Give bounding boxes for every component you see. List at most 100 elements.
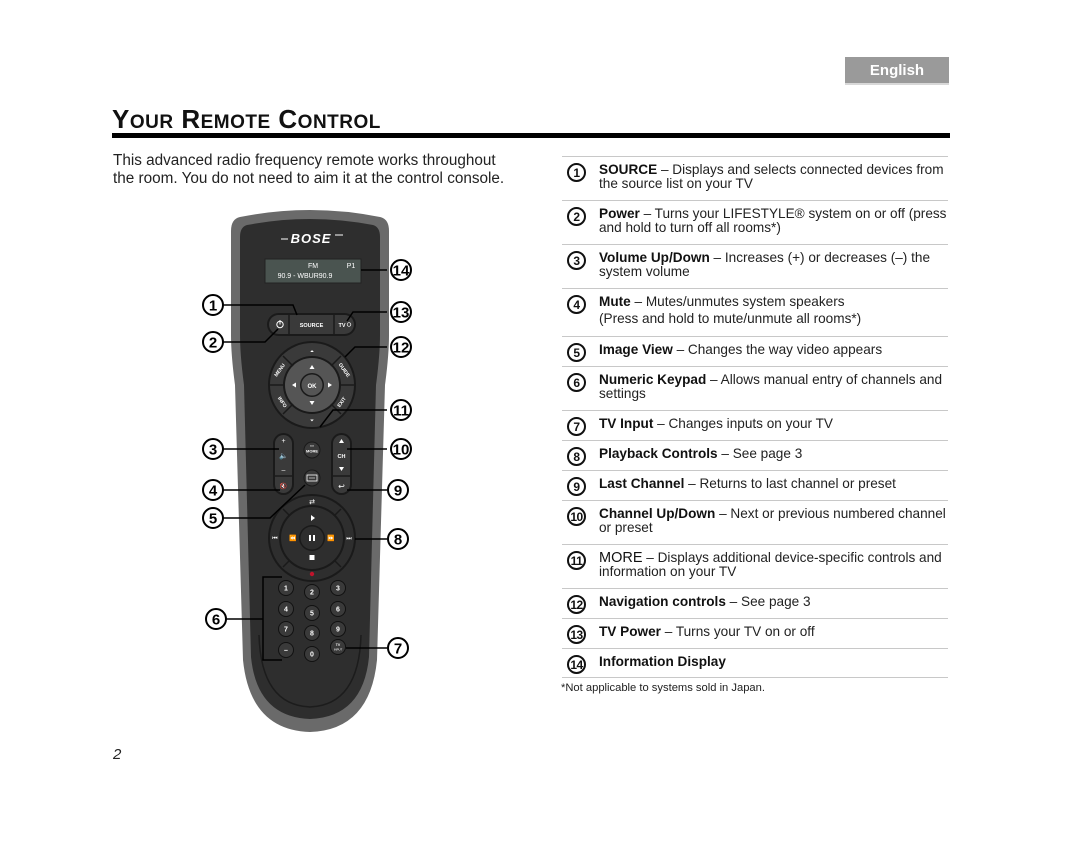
callout-11: 11 <box>390 399 412 421</box>
feature-term: Power <box>599 206 640 221</box>
svg-text:–: – <box>284 648 288 655</box>
feature-desc-text: – Mutes/unmutes system speakers <box>630 294 845 309</box>
callout-number-badge: 7 <box>567 417 586 436</box>
svg-text:11: 11 <box>393 403 409 420</box>
keypad-key[interactable]: 5 <box>304 605 320 621</box>
svg-text:⏶: ⏶ <box>310 349 314 355</box>
svg-text:5: 5 <box>310 611 314 618</box>
feature-item: 3 Volume Up/Down – Increases (+) or decre… <box>562 244 948 288</box>
feature-item: 5 Image View – Changes the way video appe… <box>562 336 948 366</box>
navigation-controls[interactable]: OK ⏶ ⏷ MENU GUIDE INFO EXIT <box>268 341 356 429</box>
feature-description: SOURCE – Displays and selects connected … <box>599 163 948 191</box>
svg-text:8: 8 <box>394 532 402 549</box>
callout-2: 2 <box>202 331 224 353</box>
feature-desc-text: – See page 3 <box>717 446 803 461</box>
record-indicator <box>309 571 315 577</box>
callout-number-badge: 12 <box>567 595 586 614</box>
keypad-key[interactable]: 8 <box>304 625 320 641</box>
callout-12: 12 <box>390 336 412 358</box>
image-view-button[interactable] <box>303 469 321 487</box>
tv-power-button[interactable]: TV <box>338 323 345 329</box>
feature-description: Information Display <box>599 655 726 669</box>
feature-description: Volume Up/Down – Increases (+) or decrea… <box>599 251 948 279</box>
source-button[interactable]: SOURCE <box>300 323 324 329</box>
svg-text:2: 2 <box>209 335 217 352</box>
svg-text:90.9 - WBUR90.9: 90.9 - WBUR90.9 <box>278 273 333 280</box>
feature-desc-text: – See page 3 <box>725 594 811 609</box>
callout-4: 4 <box>202 479 224 501</box>
svg-text:1: 1 <box>284 586 288 593</box>
svg-text:⏭: ⏭ <box>346 535 352 542</box>
svg-text:3: 3 <box>336 586 340 593</box>
feature-desc-text: – Turns your TV on or off <box>660 624 815 639</box>
remote-body <box>240 219 380 719</box>
language-tab[interactable]: English <box>845 57 949 85</box>
svg-text:14: 14 <box>393 263 410 280</box>
keypad-key[interactable]: 1 <box>278 580 294 596</box>
feature-description: Navigation controls – See page 3 <box>599 595 811 609</box>
keypad-key[interactable]: 6 <box>330 601 346 617</box>
tv-input-button[interactable]: TV INPUT <box>330 639 346 655</box>
svg-text:0: 0 <box>310 652 314 659</box>
svg-text:⏮: ⏮ <box>272 535 278 542</box>
callout-number-badge: 4 <box>567 295 586 314</box>
feature-desc-text: – Turns your LIFESTYLE® system on or off… <box>599 206 947 235</box>
callout-number-badge: 13 <box>567 625 586 644</box>
keypad-key[interactable]: 2 <box>304 584 320 600</box>
feature-description: TV Power – Turns your TV on or off <box>599 625 815 639</box>
keypad-key[interactable]: 4 <box>278 601 294 617</box>
feature-description: Last Channel – Returns to last channel o… <box>599 477 896 491</box>
svg-text:⏩: ⏩ <box>327 534 335 542</box>
footnote: *Not applicable to systems sold in Japan… <box>561 682 765 694</box>
feature-description: Channel Up/Down – Next or previous numbe… <box>599 507 948 535</box>
svg-text:12: 12 <box>393 340 410 357</box>
feature-item: 7 TV Input – Changes inputs on your TV <box>562 410 948 440</box>
intro-paragraph: This advanced radio frequency remote wor… <box>113 152 505 187</box>
svg-text:OK: OK <box>308 384 318 390</box>
svg-text:⏪: ⏪ <box>289 534 297 542</box>
mute-button: 🔇 <box>280 482 288 490</box>
keypad-key[interactable]: 9 <box>330 621 346 637</box>
feature-item: 4 Mute – Mutes/unmutes system speakers (Pr… <box>562 288 948 336</box>
svg-text:3: 3 <box>209 442 217 459</box>
title-word: REMOTE <box>181 104 271 134</box>
callout-8: 8 <box>387 528 409 550</box>
svg-text:INPUT: INPUT <box>334 648 343 652</box>
svg-text:🔈: 🔈 <box>279 452 288 460</box>
keypad-key[interactable]: 7 <box>278 621 294 637</box>
feature-term: Playback Controls <box>599 446 718 461</box>
channel-rocker[interactable]: CH ↩ <box>331 433 352 495</box>
svg-text:5: 5 <box>209 511 217 528</box>
callout-number-badge: 3 <box>567 251 586 270</box>
svg-text:6: 6 <box>212 612 220 629</box>
feature-description: Numeric Keypad – Allows manual entry of … <box>599 373 948 401</box>
feature-item: 8 Playback Controls – See page 3 <box>562 440 948 470</box>
keypad-key[interactable]: 3 <box>330 580 346 596</box>
feature-item: 11 MORE – Displays additional device-spec… <box>562 544 948 588</box>
feature-term: Information Display <box>599 654 726 669</box>
volume-rocker[interactable]: + 🔈 – 🔇 <box>273 433 294 495</box>
svg-text:MORE: MORE <box>306 449 318 454</box>
feature-desc-text: (Press and hold to mute/unmute all rooms… <box>599 311 862 326</box>
feature-description: TV Input – Changes inputs on your TV <box>599 417 833 431</box>
keypad-key[interactable]: 0 <box>304 646 320 662</box>
feature-term: Channel Up/Down <box>599 506 716 521</box>
svg-text:–: – <box>282 467 286 474</box>
feature-item: 1 SOURCE – Displays and selects connected… <box>562 156 948 200</box>
callout-7: 7 <box>387 637 409 659</box>
title-word: YOUR <box>112 104 174 134</box>
keypad-key[interactable]: – <box>278 642 294 658</box>
feature-term: TV Power <box>599 624 661 639</box>
feature-desc-text: – Changes inputs on your TV <box>653 416 833 431</box>
feature-desc-text: – Changes the way video appears <box>672 342 883 357</box>
more-button[interactable]: MORE ▪▪▪ <box>303 441 321 459</box>
feature-term: Last Channel <box>599 476 685 491</box>
last-channel-button: ↩ <box>338 482 345 491</box>
svg-text:CH: CH <box>338 454 346 460</box>
svg-text:8: 8 <box>310 631 314 638</box>
bose-logo: BOSE <box>291 231 332 246</box>
feature-description: Playback Controls – See page 3 <box>599 447 802 461</box>
callout-number-badge: 5 <box>567 343 586 362</box>
feature-description: Mute – Mutes/unmutes system speakers (Pre… <box>599 295 861 326</box>
callout-3: 3 <box>202 438 224 460</box>
